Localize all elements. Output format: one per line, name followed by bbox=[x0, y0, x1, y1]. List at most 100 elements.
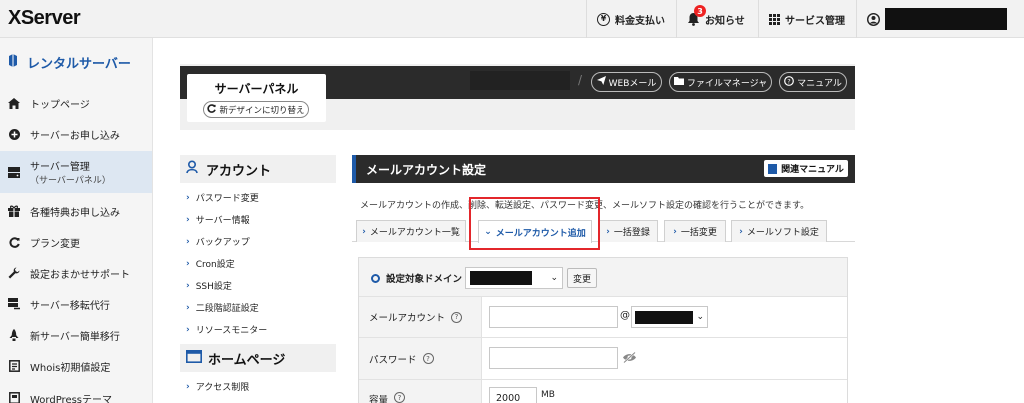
sidebar-item-label: 設定おまかせサポート bbox=[30, 269, 130, 281]
switch-design-button[interactable]: 新デザインに切り替え bbox=[203, 101, 309, 118]
sidebar-item-benefits[interactable]: 各種特典お申し込み bbox=[0, 201, 152, 221]
book-icon bbox=[768, 163, 778, 174]
submenu-item-label: パスワード変更 bbox=[195, 194, 259, 204]
gift-icon bbox=[8, 205, 20, 217]
manual-link[interactable]: ? マニュアル bbox=[779, 72, 847, 92]
xserver-logo[interactable]: XServer bbox=[8, 7, 81, 30]
redacted-mail-domain bbox=[635, 310, 693, 324]
nav-notifications[interactable]: 3 お知らせ bbox=[676, 0, 755, 38]
submenu-item-label: 二段階認証設定 bbox=[195, 304, 259, 314]
submenu-item-ssh[interactable]: › SSH設定 bbox=[186, 279, 232, 293]
submenu-item-cron[interactable]: › Cron設定 bbox=[186, 257, 235, 271]
sidebar-item-server-management[interactable]: サーバー管理 （サーバーパネル） bbox=[0, 151, 152, 193]
chevron-right-icon: › bbox=[673, 226, 677, 237]
chevron-down-icon: ⌄ bbox=[550, 273, 558, 283]
submenu-item-backup[interactable]: › バックアップ bbox=[186, 235, 250, 249]
submenu-item-two-factor[interactable]: › 二段階認証設定 bbox=[186, 301, 259, 315]
switch-design-label: 新デザインに切り替え bbox=[219, 105, 305, 116]
account-label-cell: メールアカウント ? bbox=[359, 297, 482, 337]
svg-text:?: ? bbox=[787, 77, 790, 85]
chevron-right-icon: › bbox=[186, 324, 190, 335]
sidebar-item-plan-change[interactable]: プラン変更 bbox=[0, 232, 152, 252]
account-row: メールアカウント ? @ ⌄ bbox=[359, 297, 847, 338]
sidebar-item-label: トップページ bbox=[30, 99, 90, 111]
submenu-item-server-info[interactable]: › サーバー情報 bbox=[186, 213, 250, 227]
account-section-heading: アカウント bbox=[180, 155, 336, 183]
homepage-section-heading: ホームページ bbox=[180, 344, 336, 372]
eye-slash-icon[interactable] bbox=[622, 351, 637, 366]
grid-icon bbox=[769, 13, 780, 25]
domain-select[interactable]: ⌄ bbox=[465, 267, 563, 289]
help-icon[interactable]: ? bbox=[394, 392, 406, 403]
password-row: パスワード ? bbox=[359, 338, 847, 380]
chevron-right-icon: › bbox=[186, 258, 190, 269]
mail-account-input[interactable] bbox=[489, 306, 618, 328]
server-panel-card: サーバーパネル 新デザインに切り替え bbox=[187, 74, 326, 122]
submenu-item-access-restriction[interactable]: › アクセス制限 bbox=[186, 380, 249, 394]
domain-label: 設定対象ドメイン bbox=[386, 274, 463, 285]
submenu-item-password[interactable]: › パスワード変更 bbox=[186, 191, 259, 205]
sidebar-item-top[interactable]: トップページ bbox=[0, 93, 152, 113]
server-icon bbox=[8, 166, 20, 178]
related-manual-label: 関連マニュアル bbox=[781, 165, 844, 175]
refresh-icon bbox=[8, 236, 20, 248]
sidebar-title[interactable]: レンタルサーバー bbox=[0, 48, 153, 76]
tab-mail-account-list[interactable]: › メールアカウント一覧 bbox=[356, 220, 466, 242]
sidebar-item-setup-support[interactable]: 設定おまかせサポート bbox=[0, 263, 152, 283]
sidebar-item-wordpress-theme[interactable]: WordPressテーマ bbox=[0, 388, 152, 403]
sidebar-item-server-order[interactable]: サーバーお申し込み bbox=[0, 124, 152, 144]
target-circle-icon bbox=[371, 273, 380, 283]
notification-badge: 3 bbox=[694, 5, 706, 17]
user-icon bbox=[867, 12, 880, 26]
submenu-item-label: サーバー情報 bbox=[195, 216, 250, 226]
help-icon[interactable]: ? bbox=[451, 311, 463, 323]
related-manual-button[interactable]: 関連マニュアル bbox=[764, 160, 848, 177]
tab-mail-software-settings[interactable]: › メールソフト設定 bbox=[731, 220, 827, 242]
tab-label: 一括登録 bbox=[613, 228, 650, 238]
plus-circle-icon bbox=[8, 128, 20, 140]
chevron-right-icon: › bbox=[606, 226, 610, 237]
tab-label: メールソフト設定 bbox=[746, 228, 819, 238]
submenu-item-label: リソースモニター bbox=[195, 326, 268, 336]
person-icon bbox=[186, 160, 200, 178]
help-icon[interactable]: ? bbox=[422, 353, 434, 364]
section-title: メールアカウント設定 bbox=[366, 162, 487, 177]
submenu-item-resource-monitor[interactable]: › リソースモニター bbox=[186, 323, 268, 337]
rocket-icon bbox=[8, 329, 20, 341]
chevron-right-icon: › bbox=[186, 236, 190, 247]
sidebar-item-server-transfer[interactable]: サーバー移転代行 bbox=[0, 294, 152, 314]
account-section-title: アカウント bbox=[206, 163, 272, 179]
sidebar-item-whois[interactable]: Whois初期値設定 bbox=[0, 356, 152, 376]
top-bar: XServer ¥ 料金支払い 3 お知らせ サービス管理 bbox=[0, 0, 1024, 38]
breadcrumb-separator: / bbox=[578, 73, 583, 87]
sidebar-title-label: レンタルサーバー bbox=[27, 56, 131, 72]
redacted-server-id bbox=[470, 71, 570, 90]
tab-bulk-register[interactable]: › 一括登録 bbox=[598, 220, 658, 242]
capacity-input[interactable]: 2000 bbox=[489, 387, 537, 403]
at-sign: @ bbox=[620, 310, 630, 321]
sidebar: レンタルサーバー トップページ サーバーお申し込み サーバー管理 （サーバーパネ… bbox=[0, 38, 153, 403]
password-label-cell: パスワード ? bbox=[359, 338, 482, 379]
homepage-section-title: ホームページ bbox=[208, 352, 286, 368]
tab-label: 一括変更 bbox=[680, 228, 717, 238]
mail-domain-select[interactable]: ⌄ bbox=[631, 306, 708, 328]
user-menu[interactable] bbox=[856, 0, 1024, 38]
question-circle-icon: ? bbox=[784, 75, 795, 89]
highlight-box bbox=[469, 197, 600, 250]
theme-icon bbox=[8, 392, 20, 403]
capacity-label: 容量 bbox=[369, 395, 389, 403]
nav-payment[interactable]: ¥ 料金支払い bbox=[586, 0, 675, 38]
webmail-link[interactable]: WEBメール bbox=[591, 72, 662, 92]
home-icon bbox=[8, 97, 20, 109]
chevron-right-icon: › bbox=[186, 280, 190, 291]
file-manager-link[interactable]: ファイルマネージャ bbox=[669, 72, 772, 92]
tab-bulk-change[interactable]: › 一括変更 bbox=[664, 220, 726, 242]
chevron-right-icon: › bbox=[186, 381, 190, 392]
sidebar-item-label: サーバーお申し込み bbox=[30, 130, 120, 142]
yen-circle-icon: ¥ bbox=[597, 12, 610, 26]
password-input[interactable] bbox=[489, 347, 618, 369]
change-domain-button[interactable]: 変更 bbox=[567, 268, 597, 288]
wrench-icon bbox=[8, 267, 20, 279]
sidebar-item-easy-migration[interactable]: 新サーバー簡単移行 bbox=[0, 325, 152, 345]
nav-service-management[interactable]: サービス管理 bbox=[758, 0, 855, 38]
